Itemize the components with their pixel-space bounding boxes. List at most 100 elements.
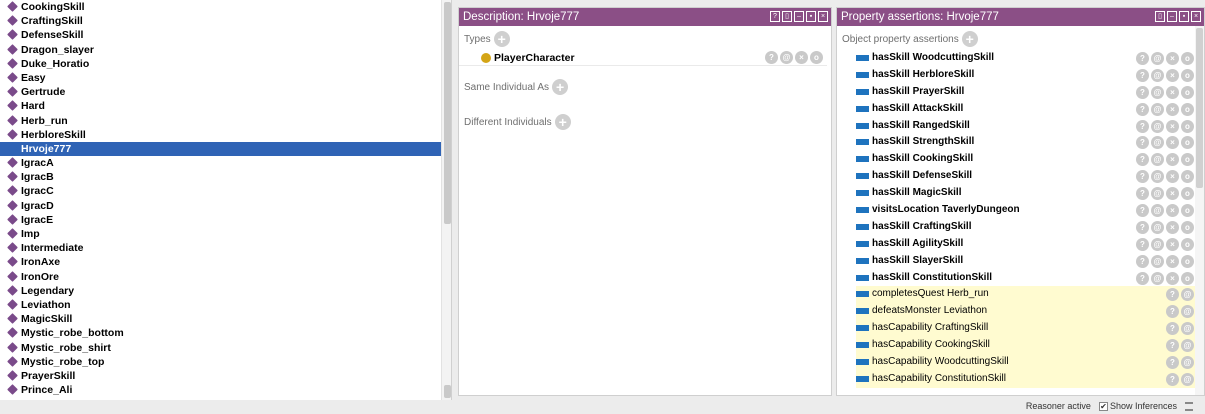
annotate-icon[interactable]: @ [1181,339,1194,353]
explain-icon[interactable]: ? [1136,187,1149,201]
individual-item[interactable]: IgracA [0,156,441,170]
explain-icon[interactable]: ? [1166,322,1179,336]
individuals-scrollbar[interactable] [441,0,451,400]
explain-icon[interactable]: ? [1136,136,1149,150]
delete-icon[interactable]: × [1166,220,1179,234]
individual-item[interactable]: DefenseSkill [0,28,441,42]
split-icon[interactable]: ▯ [1155,11,1165,22]
add-same-individual-button[interactable]: + [552,79,569,96]
explain-icon[interactable]: ? [1136,254,1149,268]
property-assertion-row[interactable]: hasCapability WoodcuttingSkill? @ [856,354,1196,371]
annotate-icon[interactable]: @ [1151,254,1164,268]
edit-icon[interactable]: o [1181,271,1194,285]
explain-icon[interactable]: ? [1166,356,1179,370]
delete-icon[interactable]: × [1166,102,1179,116]
edit-icon[interactable]: o [1181,220,1194,234]
property-assertion-row[interactable]: hasCapability CraftingSkill? @ [856,320,1196,338]
property-assertion-row[interactable]: hasSkill CookingSkill? @ × o [856,151,1196,168]
individual-item[interactable]: Herb_run [0,114,441,128]
explain-icon[interactable]: ? [1136,119,1149,133]
property-assertion-row[interactable]: hasSkill CraftingSkill? @ × o [856,219,1196,236]
annotate-icon[interactable]: @ [1151,220,1164,234]
delete-icon[interactable]: × [1166,85,1179,99]
individual-item[interactable]: IgracB [0,170,441,184]
individual-item[interactable]: HerbloreSkill [0,128,441,142]
individual-item[interactable]: Mystic_robe_top [0,355,441,369]
individual-item[interactable]: IgracC [0,184,441,198]
annotate-icon[interactable]: @ [1151,136,1164,150]
individual-item[interactable]: Mystic_robe_bottom [0,326,441,340]
property-assertion-row[interactable]: hasSkill SlayerSkill? @ × o [856,253,1196,270]
individual-item[interactable]: Duke_Horatio [0,57,441,71]
delete-icon[interactable]: × [1166,119,1179,133]
property-assertion-row[interactable]: hasSkill AgilitySkill? @ × o [856,236,1196,253]
explain-icon[interactable]: ? [1166,305,1179,319]
minimize-icon[interactable]: – [1167,11,1177,22]
property-assertion-row[interactable]: hasSkill PrayerSkill? @ × o [856,84,1196,101]
edit-icon[interactable]: o [1181,237,1194,251]
explain-icon[interactable]: ? [1136,52,1149,65]
individual-item[interactable]: PrayerSkill [0,369,441,383]
individual-item[interactable]: Intermediate [0,241,441,255]
individual-item[interactable]: Dragon_slayer [0,43,441,57]
maximize-icon[interactable]: ▪ [806,11,816,22]
individual-item[interactable]: MagicSkill [0,312,441,326]
add-object-property-button[interactable]: + [961,31,978,48]
edit-icon[interactable]: o [1181,102,1194,116]
property-assertion-row[interactable]: hasSkill AttackSkill? @ × o [856,101,1196,118]
individual-item[interactable]: Leviathon [0,298,441,312]
delete-icon[interactable]: × [1166,68,1179,82]
close-icon[interactable]: × [1191,11,1201,22]
annotate-icon[interactable]: @ [1151,153,1164,167]
explain-icon[interactable]: ? [1136,68,1149,82]
edit-icon[interactable]: o [1181,254,1194,268]
property-assertion-row[interactable]: defeatsMonster Leviathon? @ [856,303,1196,321]
annotate-icon[interactable]: @ [1151,102,1164,116]
individual-item[interactable]: CookingSkill [0,0,441,14]
explain-icon[interactable]: ? [1166,339,1179,353]
edit-icon[interactable]: o [1181,187,1194,201]
property-assertion-row[interactable]: hasCapability CookingSkill? @ [856,337,1196,355]
explain-icon[interactable]: ? [1136,153,1149,167]
annotate-icon[interactable]: @ [1181,288,1194,302]
annotate-icon[interactable]: @ [1151,170,1164,184]
individual-item[interactable]: Mystic_robe_shirt [0,341,441,355]
split-icon[interactable]: ▯ [782,11,792,22]
annotate-icon[interactable]: @ [1181,356,1194,370]
property-scrollbar[interactable] [1195,26,1204,395]
explain-icon[interactable]: ? [1136,102,1149,116]
annotate-icon[interactable]: @ [1151,85,1164,99]
edit-icon[interactable]: o [1181,119,1194,133]
property-assertion-row[interactable]: hasSkill MagicSkill? @ × o [856,185,1196,202]
scrollbar-thumb[interactable] [1196,28,1203,188]
edit-icon[interactable]: o [1181,153,1194,167]
annotate-icon[interactable]: @ [1181,305,1194,319]
individual-item[interactable]: IronOre [0,270,441,284]
individual-item[interactable]: CraftingSkill [0,14,441,28]
status-menu-icon[interactable] [1185,401,1193,411]
individual-item[interactable]: Gertrude [0,85,441,99]
delete-icon[interactable]: × [1166,187,1179,201]
individual-item[interactable]: IgracD [0,199,441,213]
individual-item[interactable]: IronAxe [0,255,441,269]
edit-icon[interactable]: o [1181,68,1194,82]
explain-icon[interactable]: ? [1166,288,1179,302]
property-assertion-row[interactable]: hasSkill HerbloreSkill? @ × o [856,67,1196,84]
annotate-icon[interactable]: @ [1181,372,1194,386]
scrollbar-thumb[interactable] [444,2,451,224]
individual-item[interactable]: IgracE [0,213,441,227]
individual-item[interactable]: Hard [0,99,441,113]
minimize-icon[interactable]: – [794,11,804,22]
delete-icon[interactable]: × [1166,237,1179,251]
edit-icon[interactable]: o [1181,85,1194,99]
edit-icon[interactable]: o [1181,204,1194,218]
help-icon[interactable]: ? [770,11,780,22]
property-assertion-row[interactable]: hasSkill ConstitutionSkill? @ × o [856,270,1196,287]
explain-icon[interactable]: ? [1136,220,1149,234]
add-type-button[interactable]: + [493,31,510,48]
property-assertion-row[interactable]: hasSkill DefenseSkill? @ × o [856,168,1196,185]
delete-icon[interactable]: × [1166,204,1179,218]
annotate-icon[interactable]: @ [1151,237,1164,251]
edit-icon[interactable]: o [1181,52,1194,65]
delete-icon[interactable]: × [1166,136,1179,150]
